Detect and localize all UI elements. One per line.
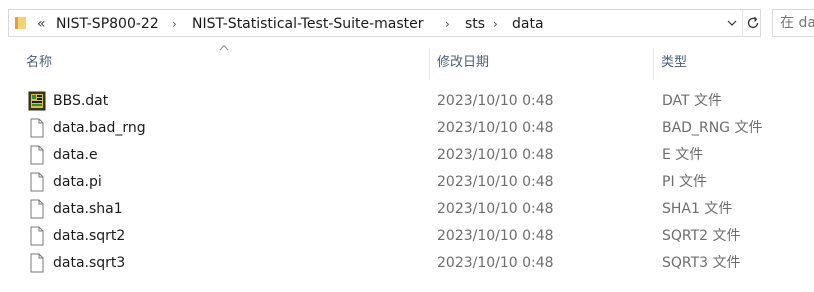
file-type: SQRT2 文件	[662, 228, 741, 244]
file-date-modified: 2023/10/10 0:48	[437, 174, 554, 190]
column-header-type[interactable]: 类型	[654, 48, 814, 80]
breadcrumb-item-data[interactable]: data	[512, 15, 544, 33]
file-row[interactable]: data.sqrt3 2023/10/10 0:48 SQRT3 文件	[20, 250, 810, 277]
blank-file-icon	[30, 145, 44, 165]
file-name: data.pi	[53, 174, 102, 190]
file-date-modified: 2023/10/10 0:48	[437, 201, 554, 217]
file-name: data.sqrt3	[53, 255, 126, 271]
file-explorer-window: « NIST-SP800-22 › NIST-Statistical-Test-…	[0, 0, 814, 292]
blank-file-icon	[30, 226, 44, 246]
file-date-modified: 2023/10/10 0:48	[437, 147, 554, 163]
address-bar-row: « NIST-SP800-22 › NIST-Statistical-Test-…	[0, 0, 814, 46]
file-date-modified: 2023/10/10 0:48	[437, 93, 554, 109]
breadcrumb-separator-icon[interactable]: ›	[445, 15, 450, 33]
breadcrumb-overflow-button[interactable]: «	[37, 15, 46, 33]
breadcrumb-separator-icon[interactable]: ›	[172, 15, 177, 33]
dat-file-icon	[28, 91, 46, 111]
file-type: BAD_RNG 文件	[662, 120, 763, 136]
address-bar[interactable]: « NIST-SP800-22 › NIST-Statistical-Test-…	[8, 9, 761, 37]
blank-file-icon	[30, 199, 44, 219]
file-type: SQRT3 文件	[662, 255, 741, 271]
search-box[interactable]	[772, 9, 814, 37]
breadcrumb-separator-icon[interactable]: ›	[493, 15, 498, 33]
file-type: E 文件	[662, 147, 704, 163]
breadcrumb-item-sts[interactable]: sts	[465, 15, 485, 33]
chevron-down-icon	[727, 20, 736, 26]
column-header-date-label: 修改日期	[437, 55, 490, 70]
file-name: BBS.dat	[53, 93, 109, 109]
file-row[interactable]: data.pi 2023/10/10 0:48 PI 文件	[20, 169, 810, 196]
blank-file-icon	[30, 118, 44, 138]
file-name: data.sha1	[53, 201, 123, 217]
blank-file-icon	[30, 253, 44, 273]
breadcrumb-item-nist-sp800-22[interactable]: NIST-SP800-22	[56, 15, 159, 33]
file-name: data.e	[53, 147, 98, 163]
file-date-modified: 2023/10/10 0:48	[437, 228, 554, 244]
file-row[interactable]: data.sqrt2 2023/10/10 0:48 SQRT2 文件	[20, 223, 810, 250]
file-date-modified: 2023/10/10 0:48	[437, 255, 554, 271]
file-row[interactable]: data.sha1 2023/10/10 0:48 SHA1 文件	[20, 196, 810, 223]
breadcrumb-item-suite-master[interactable]: NIST-Statistical-Test-Suite-master	[192, 15, 424, 33]
file-type: DAT 文件	[662, 93, 723, 109]
file-name: data.bad_rng	[53, 120, 146, 136]
file-type: PI 文件	[662, 174, 708, 190]
column-header-date-modified[interactable]: 修改日期	[430, 48, 653, 80]
column-header-name[interactable]: 名称	[20, 48, 429, 80]
address-history-dropdown[interactable]	[722, 10, 741, 36]
file-name: data.sqrt2	[53, 228, 126, 244]
file-type: SHA1 文件	[662, 201, 733, 217]
blank-file-icon	[30, 172, 44, 192]
file-row[interactable]: BBS.dat 2023/10/10 0:48 DAT 文件	[20, 88, 810, 115]
folder-icon	[15, 17, 26, 29]
file-row[interactable]: data.e 2023/10/10 0:48 E 文件	[20, 142, 810, 169]
file-date-modified: 2023/10/10 0:48	[437, 120, 554, 136]
refresh-button[interactable]	[742, 10, 762, 36]
column-header-name-label: 名称	[26, 55, 53, 70]
file-row[interactable]: data.bad_rng 2023/10/10 0:48 BAD_RNG 文件	[20, 115, 810, 142]
column-header-type-label: 类型	[661, 55, 688, 70]
refresh-icon	[747, 16, 758, 29]
search-input[interactable]	[780, 14, 814, 32]
